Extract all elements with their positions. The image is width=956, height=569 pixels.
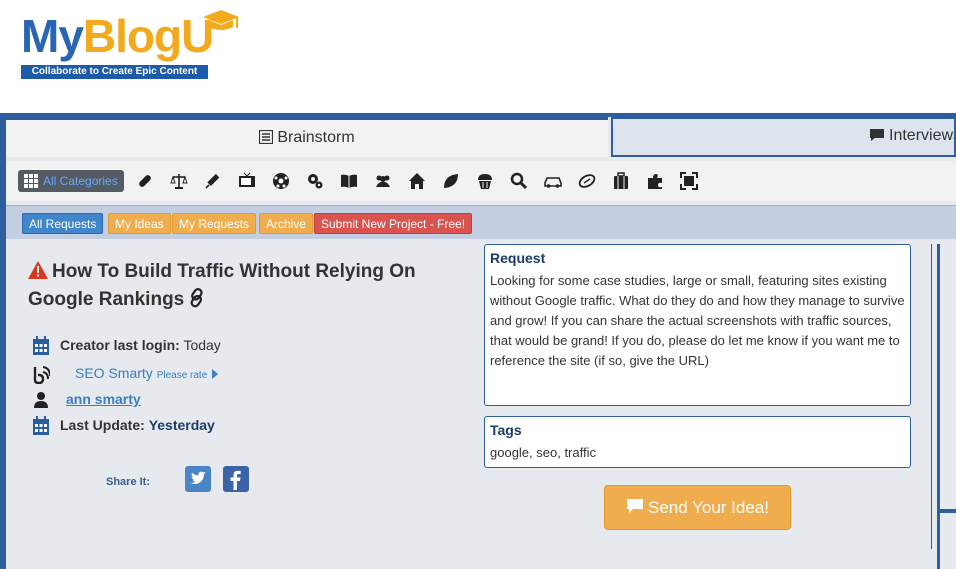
tab-interviews[interactable]: Interviews xyxy=(611,117,956,157)
all-categories-label: All Categories xyxy=(43,174,118,188)
people-icon[interactable] xyxy=(374,172,392,190)
calendar-icon xyxy=(33,336,49,355)
category-bar: All Categories xyxy=(6,161,956,201)
list-icon xyxy=(259,130,274,144)
send-idea-button[interactable]: Send Your Idea! xyxy=(604,485,791,530)
twitter-share-button[interactable] xyxy=(185,466,211,492)
graduation-cap-icon xyxy=(203,10,239,30)
tab-brainstorm-label: Brainstorm xyxy=(277,129,355,146)
soccer-ball-icon[interactable] xyxy=(272,172,290,190)
creator-login-label: Creator last login: xyxy=(60,337,180,353)
request-body: Looking for some case studies, large or … xyxy=(490,273,905,368)
last-update-label: Last Update: xyxy=(60,417,145,433)
user-name-link[interactable]: ann smarty xyxy=(66,391,141,407)
tags-heading: Tags xyxy=(490,422,522,438)
tab-brainstorm[interactable]: Brainstorm xyxy=(6,117,608,157)
app-panel: Brainstorm Interviews All Categories All… xyxy=(6,117,956,569)
request-heading: Request xyxy=(490,250,546,266)
tv-icon[interactable] xyxy=(238,172,256,190)
request-title-text: How To Build Traffic Without Relying On … xyxy=(28,261,416,310)
scales-icon[interactable] xyxy=(170,172,188,190)
logo[interactable]: MyBlogU Collaborate to Create Epic Conte… xyxy=(21,8,239,80)
site-header: MyBlogU Collaborate to Create Epic Conte… xyxy=(0,0,956,113)
tab-bar: Brainstorm Interviews xyxy=(6,117,956,157)
facebook-icon xyxy=(230,470,241,490)
app-frame: Brainstorm Interviews All Categories All… xyxy=(0,113,956,569)
warning-icon xyxy=(28,261,48,279)
cupcake-icon[interactable] xyxy=(476,172,494,190)
blog-icon xyxy=(33,366,50,384)
my-requests-button[interactable]: My Requests xyxy=(172,213,257,234)
request-title[interactable]: How To Build Traffic Without Relying On … xyxy=(28,258,468,314)
user-icon xyxy=(34,392,48,408)
logo-text-blogu: BlogU xyxy=(82,10,214,62)
request-card: How To Build Traffic Without Relying On … xyxy=(6,244,932,549)
home-icon[interactable] xyxy=(408,172,426,190)
comment-icon xyxy=(870,129,884,141)
comment-icon xyxy=(626,499,643,513)
search-icon[interactable] xyxy=(510,172,528,190)
facebook-share-button[interactable] xyxy=(223,466,249,492)
my-ideas-button[interactable]: My Ideas xyxy=(108,213,171,234)
syringe-icon[interactable] xyxy=(204,172,222,190)
link-icon[interactable] xyxy=(188,288,206,308)
archive-button[interactable]: Archive xyxy=(259,213,314,234)
filter-bar: All Requests My Ideas My Requests Archiv… xyxy=(6,205,956,239)
puzzle-icon[interactable] xyxy=(646,172,664,190)
share-label: Share It: xyxy=(106,476,151,488)
tags-box: Tags google, seo, traffic xyxy=(484,416,911,468)
tagline: Collaborate to Create Epic Content xyxy=(21,65,208,79)
expand-icon[interactable] xyxy=(680,172,698,190)
gears-icon[interactable] xyxy=(306,172,324,190)
last-update-value: Yesterday xyxy=(148,417,215,433)
tab-interviews-label: Interviews xyxy=(889,127,956,144)
car-icon[interactable] xyxy=(544,172,562,190)
tags-body: google, seo, traffic xyxy=(490,445,596,460)
all-requests-button[interactable]: All Requests xyxy=(22,213,104,234)
calendar-icon xyxy=(33,416,49,435)
right-rail xyxy=(937,244,956,569)
luggage-icon[interactable] xyxy=(612,172,630,190)
twitter-icon xyxy=(191,471,206,484)
football-icon[interactable] xyxy=(578,172,596,190)
grid-icon xyxy=(24,174,38,188)
all-categories-button[interactable]: All Categories xyxy=(18,170,124,192)
submit-project-button[interactable]: Submit New Project - Free! xyxy=(314,213,473,234)
site-name-link[interactable]: SEO Smarty xyxy=(75,365,153,381)
please-rate-link[interactable]: Please rate xyxy=(157,370,208,381)
right-rail-divider xyxy=(937,509,956,513)
bandage-icon[interactable] xyxy=(136,172,154,190)
leaf-icon[interactable] xyxy=(442,172,460,190)
logo-text-my: My xyxy=(21,10,84,62)
send-idea-label: Send Your Idea! xyxy=(647,498,769,517)
creator-login-value: Today xyxy=(183,337,221,353)
request-box: Request Looking for some case studies, l… xyxy=(484,244,911,406)
book-icon[interactable] xyxy=(340,172,358,190)
caret-right-icon xyxy=(212,369,219,379)
